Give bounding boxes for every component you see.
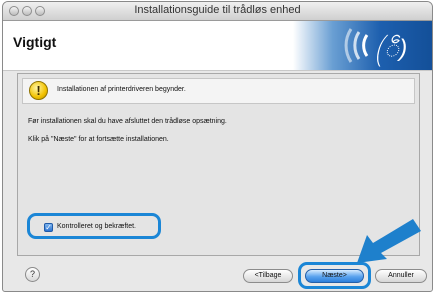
instruction-line-1: Før installationen skal du have afslutte…: [28, 118, 227, 125]
title-bar: Installationsguide til trådløs enhed: [3, 2, 432, 21]
window-title: Installationsguide til trådløs enhed: [134, 4, 301, 16]
warning-icon: !: [29, 81, 48, 100]
cancel-button[interactable]: Annuller: [375, 269, 427, 283]
back-button[interactable]: <Tilbage: [243, 269, 293, 283]
instruction-line-2: Klik på "Næste" for at fortsætte install…: [28, 136, 169, 143]
svg-text:(ဵ): (ဵ): [375, 34, 407, 67]
help-button[interactable]: ?: [25, 267, 40, 282]
confirm-checkbox[interactable]: ✓: [44, 223, 53, 232]
confirm-checkbox-label[interactable]: Kontrolleret og bekræftet.: [57, 223, 136, 230]
page-heading: Vigtigt: [13, 34, 57, 50]
pointer-arrow-icon: [357, 219, 421, 263]
installer-window: Installationsguide til trådløs enhed Vig…: [2, 1, 433, 292]
info-message: Installationen af printerdriveren begynd…: [57, 86, 186, 93]
next-button[interactable]: Næste>: [305, 269, 364, 283]
page-header: Vigtigt (ဵ): [3, 21, 432, 71]
info-box: ! Installationen af printerdriveren begy…: [22, 78, 415, 104]
wireless-logo-icon: (ဵ): [293, 21, 432, 70]
